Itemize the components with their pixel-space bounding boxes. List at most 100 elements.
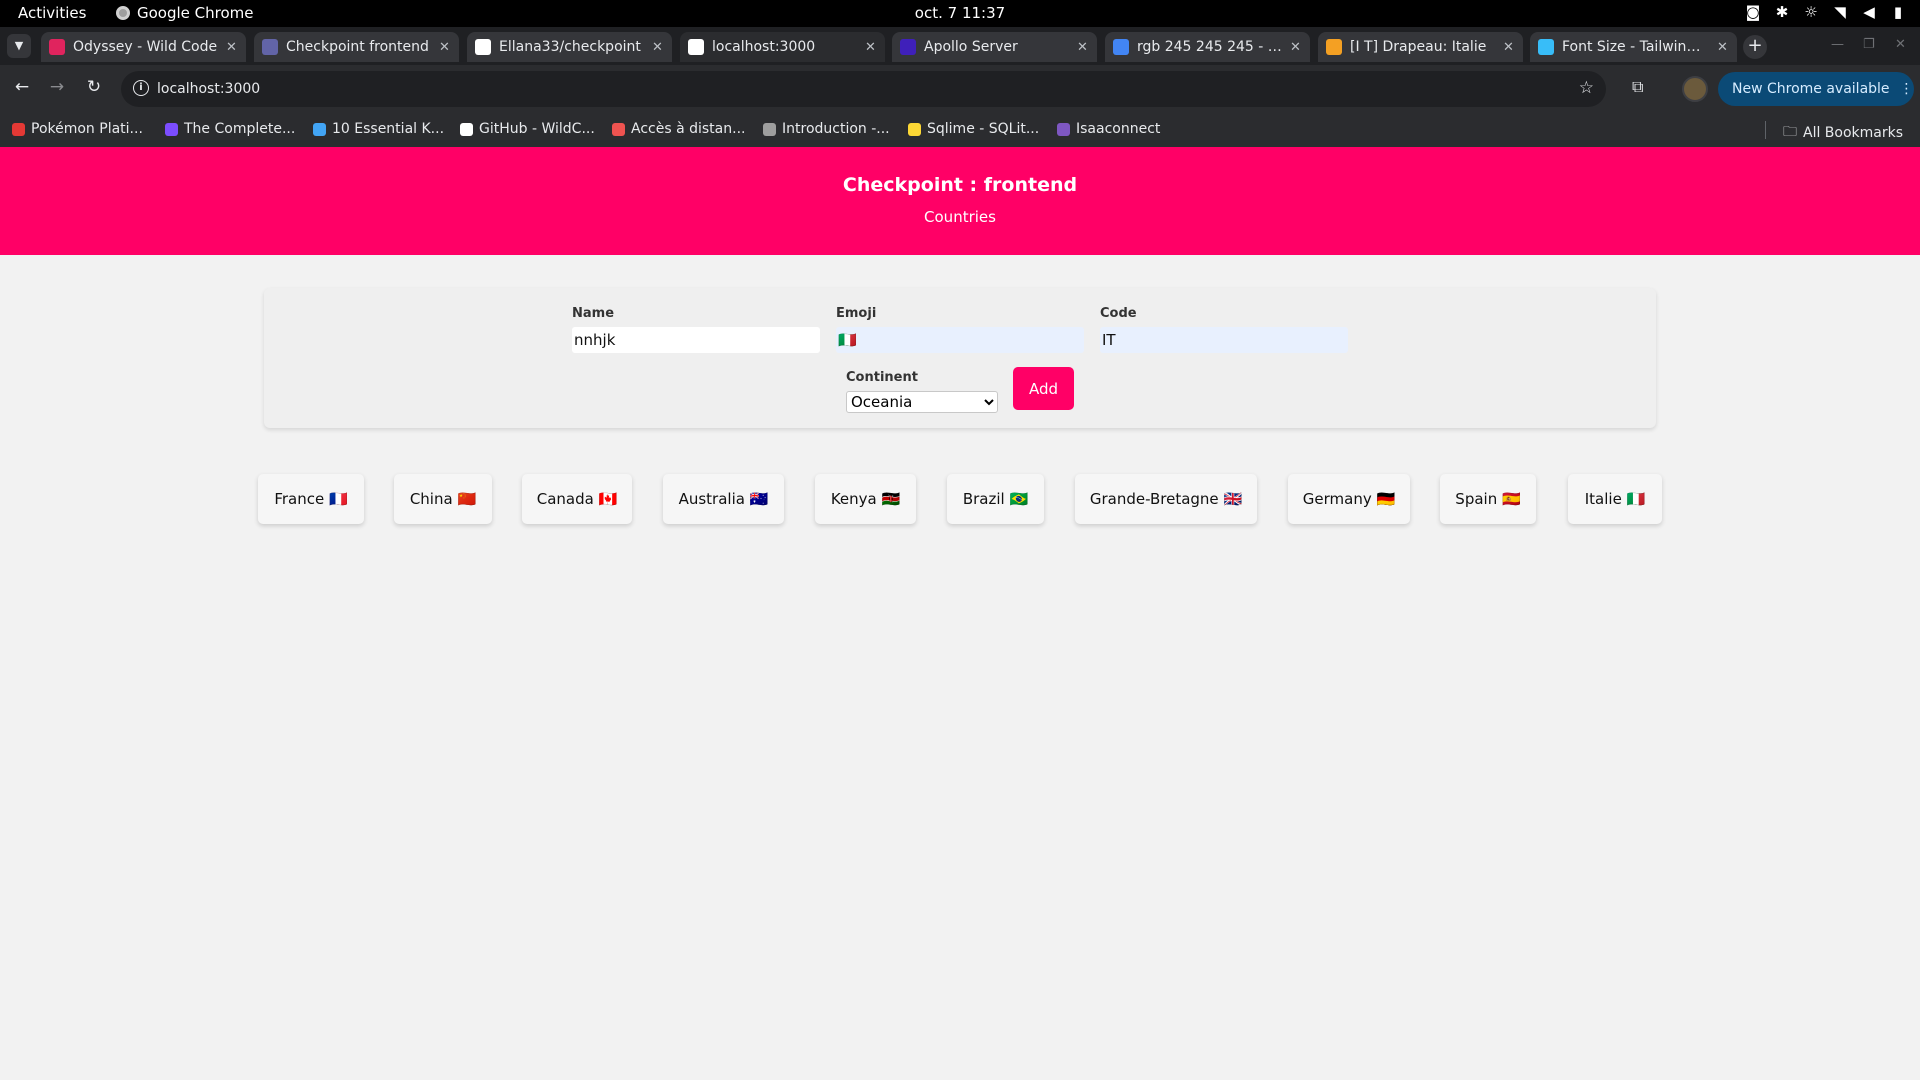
bookmark-label: Isaaconnect bbox=[1076, 121, 1161, 137]
tab-strip: ▼ Odyssey - Wild Code ✕ Checkpoint fronten… bbox=[0, 27, 1920, 65]
continent-select[interactable]: Oceania bbox=[846, 391, 998, 413]
volume-icon[interactable]: ◀ bbox=[1861, 3, 1877, 21]
bookmark-item[interactable]: Isaaconnect bbox=[1057, 121, 1160, 137]
country-card[interactable]: Australia 🇦🇺 bbox=[663, 474, 784, 524]
browser-tab[interactable]: localhost:3000 ✕ bbox=[680, 32, 885, 62]
url-input[interactable] bbox=[157, 71, 1507, 107]
name-input[interactable] bbox=[572, 327, 820, 353]
update-chrome-label: New Chrome available bbox=[1732, 81, 1890, 97]
tab-search-button[interactable]: ▼ bbox=[7, 34, 31, 58]
extensions-icon[interactable]: ⧉ bbox=[1632, 77, 1643, 97]
emoji-field: Emoji bbox=[836, 306, 1084, 353]
back-icon[interactable]: ← bbox=[10, 77, 34, 97]
browser-tab[interactable]: rgb 245 245 245 - Re ✕ bbox=[1105, 32, 1310, 62]
bookmark-item[interactable]: 10 Essential K... bbox=[313, 121, 444, 137]
app-menu[interactable]: Google Chrome bbox=[116, 4, 254, 22]
tab-close-icon[interactable]: ✕ bbox=[1717, 40, 1729, 55]
new-tab-button[interactable]: + bbox=[1743, 35, 1767, 59]
profile-avatar[interactable] bbox=[1682, 76, 1708, 102]
reload-icon[interactable]: ↻ bbox=[82, 77, 106, 97]
country-name: China bbox=[409, 490, 453, 508]
code-field: Code bbox=[1100, 306, 1348, 353]
continent-field: Continent Oceania bbox=[846, 370, 998, 413]
add-country-form: Name Emoji Code Continent Oceania Add bbox=[264, 288, 1656, 428]
country-name: Germany bbox=[1302, 490, 1372, 508]
tab-close-icon[interactable]: ✕ bbox=[1290, 40, 1302, 55]
country-card[interactable]: Brazil 🇧🇷 bbox=[947, 474, 1044, 524]
tab-close-icon[interactable]: ✕ bbox=[865, 40, 877, 55]
bookmark-favicon-icon bbox=[612, 122, 625, 136]
bookmark-item[interactable]: Sqlime - SQLit... bbox=[908, 121, 1039, 137]
minimize-icon[interactable]: — bbox=[1831, 37, 1844, 52]
forward-icon[interactable]: → bbox=[45, 77, 69, 97]
tab-close-icon[interactable]: ✕ bbox=[439, 40, 451, 55]
bookmark-favicon-icon bbox=[908, 122, 921, 136]
code-input[interactable] bbox=[1100, 327, 1348, 353]
tab-close-icon[interactable]: ✕ bbox=[1077, 40, 1089, 55]
bookmark-label: Sqlime - SQLit... bbox=[927, 121, 1040, 137]
bookmark-item[interactable]: The Complete... bbox=[165, 121, 295, 137]
more-menu-icon[interactable]: ⋮ bbox=[1900, 81, 1914, 97]
system-top-bar: Activities Google Chrome oct. 7 11:37 ◙ … bbox=[0, 0, 1920, 27]
country-flag: 🇰🇪 bbox=[881, 490, 901, 508]
country-card[interactable]: Spain 🇪🇸 bbox=[1440, 474, 1536, 524]
address-bar[interactable]: i ☆ bbox=[121, 71, 1606, 107]
update-chrome-button[interactable]: New Chrome available ⋮ bbox=[1718, 72, 1914, 106]
tab-favicon-icon bbox=[49, 39, 65, 55]
country-card[interactable]: China 🇨🇳 bbox=[394, 474, 492, 524]
battery-icon[interactable]: ▮ bbox=[1890, 3, 1906, 21]
country-card[interactable]: Kenya 🇰🇪 bbox=[815, 474, 916, 524]
bookmark-item[interactable]: Introduction -... bbox=[763, 121, 890, 137]
wifi-icon[interactable]: ◥ bbox=[1832, 3, 1848, 21]
country-card[interactable]: Italie 🇮🇹 bbox=[1568, 474, 1662, 524]
country-card[interactable]: Canada 🇨🇦 bbox=[522, 474, 632, 524]
tab-close-icon[interactable]: ✕ bbox=[1503, 40, 1515, 55]
country-flag: 🇧🇷 bbox=[1009, 490, 1029, 508]
brightness-icon[interactable]: ☼ bbox=[1803, 3, 1819, 21]
emoji-input[interactable] bbox=[836, 327, 1084, 353]
add-button[interactable]: Add bbox=[1013, 367, 1074, 410]
tab-close-icon[interactable]: ✕ bbox=[226, 40, 238, 55]
discord-icon[interactable]: ◙ bbox=[1745, 3, 1761, 21]
tab-title: Font Size - Tailwind C bbox=[1562, 39, 1709, 55]
site-info-icon[interactable]: i bbox=[133, 80, 149, 96]
tab-favicon-icon bbox=[262, 39, 278, 55]
browser-tab[interactable]: Checkpoint frontend ✕ bbox=[254, 32, 459, 62]
all-bookmarks-button[interactable]: 🗀 All Bookmarks bbox=[1783, 121, 1903, 145]
tab-favicon-icon bbox=[1326, 39, 1342, 55]
code-label: Code bbox=[1100, 306, 1137, 321]
country-name: Kenya bbox=[830, 490, 877, 508]
bookmark-item[interactable]: Accès à distan... bbox=[612, 121, 745, 137]
bookmark-star-icon[interactable]: ☆ bbox=[1579, 78, 1594, 98]
browser-tab[interactable]: Font Size - Tailwind C ✕ bbox=[1530, 32, 1737, 62]
bookmark-label: Accès à distan... bbox=[631, 121, 746, 137]
country-card[interactable]: France 🇫🇷 bbox=[258, 474, 364, 524]
bookmark-item[interactable]: Pokémon Plati... bbox=[12, 121, 143, 137]
maximize-icon[interactable]: ❐ bbox=[1863, 37, 1875, 52]
page-subtitle-link[interactable]: Countries bbox=[0, 208, 1920, 226]
activities-button[interactable]: Activities bbox=[18, 4, 86, 22]
clock[interactable]: oct. 7 11:37 bbox=[0, 4, 1920, 22]
country-name: Italie bbox=[1584, 490, 1622, 508]
tab-title: Checkpoint frontend bbox=[286, 39, 429, 55]
close-window-icon[interactable]: ✕ bbox=[1895, 37, 1906, 52]
country-card[interactable]: Germany 🇩🇪 bbox=[1288, 474, 1410, 524]
browser-tab[interactable]: [I T] Drapeau: Italie ✕ bbox=[1318, 32, 1523, 62]
system-tray[interactable]: ◙ ✱ ☼ ◥ ◀ ▮ bbox=[1745, 3, 1906, 21]
tab-close-icon[interactable]: ✕ bbox=[652, 40, 664, 55]
tab-title: rgb 245 245 245 - Re bbox=[1137, 39, 1282, 55]
country-flag: 🇨🇦 bbox=[598, 490, 618, 508]
slack-icon[interactable]: ✱ bbox=[1774, 3, 1790, 21]
browser-toolbar: ← → ↻ i ☆ ⧉ New Chrome available ⋮ bbox=[0, 65, 1920, 113]
browser-tab[interactable]: Apollo Server ✕ bbox=[892, 32, 1097, 62]
country-card[interactable]: Grande-Bretagne 🇬🇧 bbox=[1075, 474, 1257, 524]
country-name: Brazil bbox=[962, 490, 1005, 508]
tab-title: Ellana33/checkpoint bbox=[499, 39, 641, 55]
browser-tab[interactable]: Odyssey - Wild Code ✕ bbox=[41, 32, 246, 62]
page-header: Checkpoint : frontend Countries bbox=[0, 147, 1920, 255]
tab-favicon-icon bbox=[1538, 39, 1554, 55]
bookmark-favicon-icon bbox=[1057, 122, 1070, 136]
bookmark-item[interactable]: GitHub - WildC... bbox=[460, 121, 595, 137]
browser-tab[interactable]: Ellana33/checkpoint ✕ bbox=[467, 32, 672, 62]
continent-label: Continent bbox=[846, 370, 918, 385]
